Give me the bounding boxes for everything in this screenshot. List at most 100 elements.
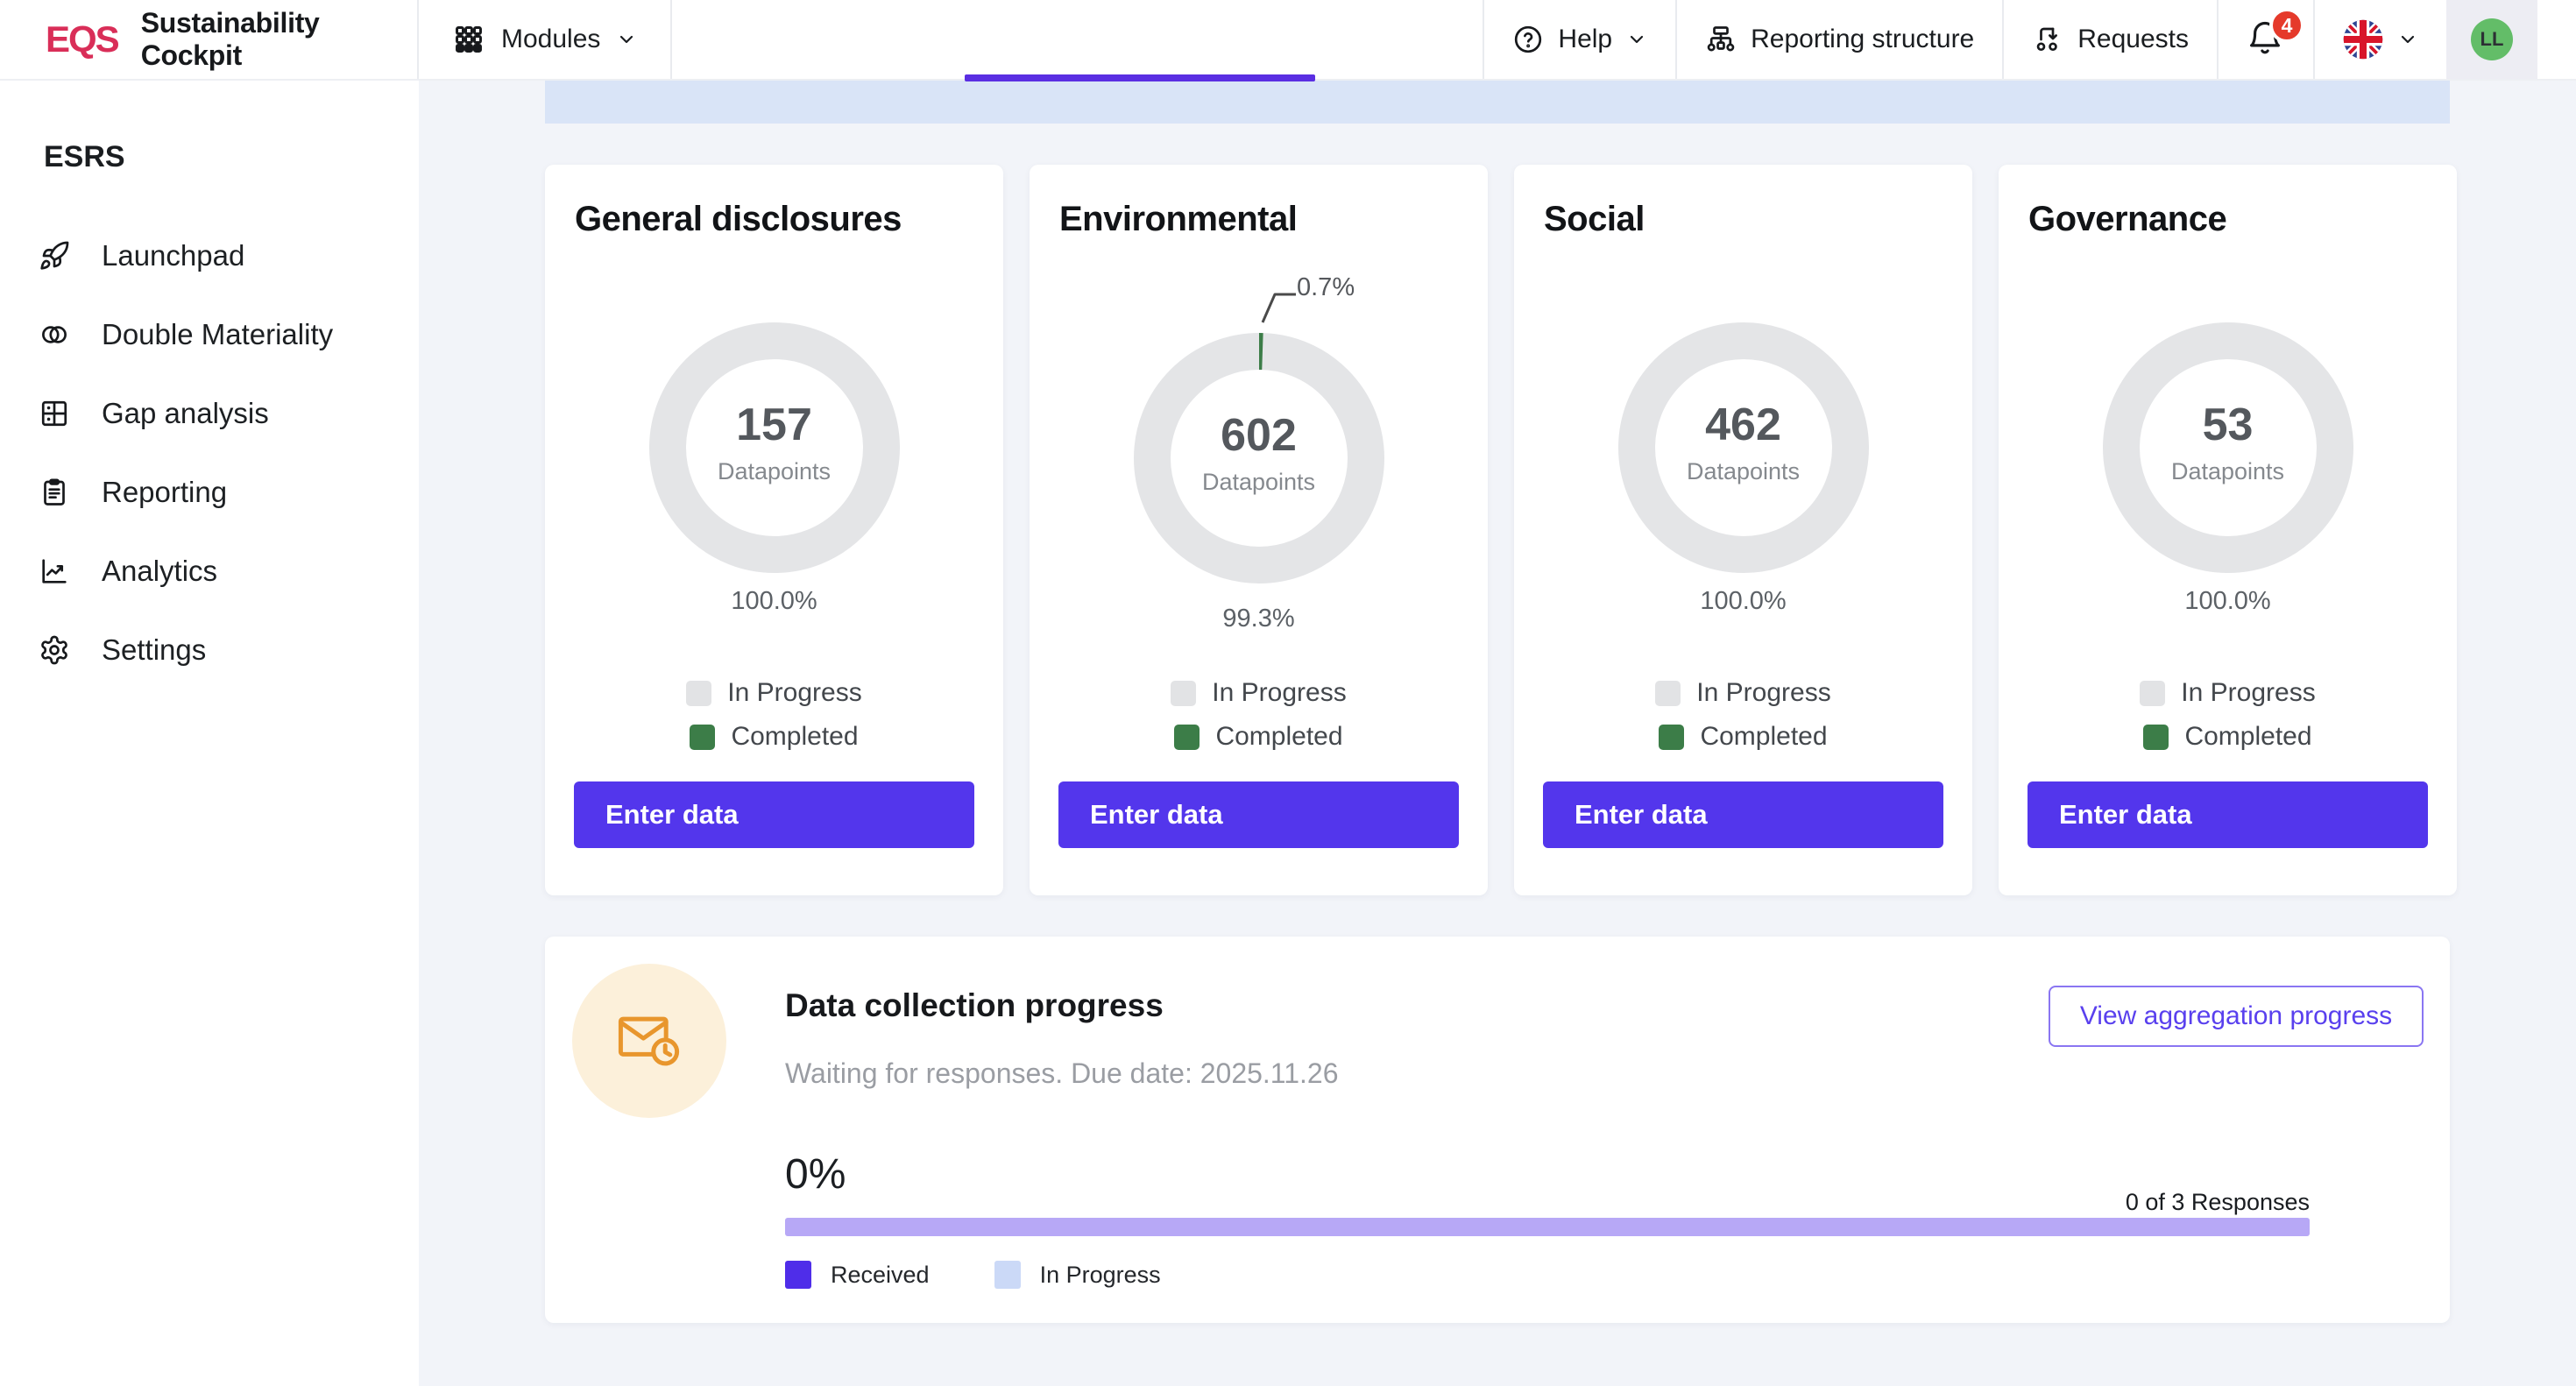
app-title: Sustainability Cockpit xyxy=(141,7,417,72)
datapoints-label: Datapoints xyxy=(718,458,831,485)
requests-button[interactable]: Requests xyxy=(2002,0,2217,79)
chevron-down-icon xyxy=(1626,29,1647,50)
card-title: Environmental xyxy=(1059,200,1297,239)
envelope-badge xyxy=(572,964,726,1118)
legend-in-progress-label: In Progress xyxy=(1696,678,1830,708)
callout-line xyxy=(1256,286,1299,328)
info-banner xyxy=(545,81,2450,124)
sidebar-item-label: Launchpad xyxy=(102,239,244,272)
sidebar-nav: Launchpad Double Materiality Gap analysi… xyxy=(0,216,419,689)
modules-grid-icon xyxy=(452,23,485,56)
sidebar-item-settings[interactable]: Settings xyxy=(0,611,419,689)
donut-chart: 602 Datapoints xyxy=(1134,333,1384,583)
sidebar: ESRS Launchpad Double Materiality xyxy=(0,81,419,1386)
help-label: Help xyxy=(1558,25,1612,54)
responses-summary: 0 of 3 Responses xyxy=(785,1189,2310,1216)
modules-label: Modules xyxy=(501,25,600,54)
legend-received-label: Received xyxy=(831,1262,930,1289)
datapoints-count: 462 xyxy=(1705,402,1781,448)
enter-data-button[interactable]: Enter data xyxy=(1058,781,1459,848)
in-progress-swatch xyxy=(686,681,711,706)
uk-flag-icon xyxy=(2343,19,2383,60)
enter-data-button[interactable]: Enter data xyxy=(574,781,974,848)
notifications-button[interactable]: 4 xyxy=(2217,0,2313,79)
in-progress-percent: 99.3% xyxy=(1030,605,1488,633)
card-title: Social xyxy=(1544,200,1645,239)
requests-label: Requests xyxy=(2077,25,2189,54)
rocket-icon xyxy=(39,240,70,272)
active-tab-indicator xyxy=(965,74,1315,81)
reporting-structure-button[interactable]: Reporting structure xyxy=(1675,0,2002,79)
legend-completed-label: Completed xyxy=(731,722,858,752)
chart-line-icon xyxy=(39,555,70,587)
legend-in-progress-label: In Progress xyxy=(2181,678,2315,708)
datapoints-count: 602 xyxy=(1221,413,1297,458)
sidebar-item-gap-analysis[interactable]: Gap analysis xyxy=(0,374,419,453)
chevron-down-icon xyxy=(616,29,637,50)
notification-badge: 4 xyxy=(2269,8,2304,43)
completed-swatch xyxy=(2143,725,2169,750)
donut-chart: 157 Datapoints xyxy=(649,322,900,573)
sitemap-icon xyxy=(1705,24,1737,55)
sidebar-item-double-materiality[interactable]: Double Materiality xyxy=(0,295,419,374)
in-progress-percent: 100.0% xyxy=(1514,587,1972,616)
completed-swatch xyxy=(1174,725,1200,750)
requests-flow-icon xyxy=(2032,24,2063,55)
donut-chart: 53 Datapoints xyxy=(2103,322,2353,573)
sidebar-item-label: Double Materiality xyxy=(102,318,333,351)
gear-icon xyxy=(39,634,70,666)
donut-chart: 462 Datapoints xyxy=(1618,322,1869,573)
legend-completed-label: Completed xyxy=(1700,722,1827,752)
in-progress-swatch xyxy=(1655,681,1681,706)
data-collection-card: Data collection progress Waiting for res… xyxy=(545,937,2450,1323)
card-environmental: Environmental 0.7% 602 Datapoints 99.3% … xyxy=(1030,165,1488,895)
envelope-clock-icon xyxy=(609,1001,690,1081)
header-spacer xyxy=(672,0,1483,79)
donut-legend: In Progress Completed xyxy=(1030,678,1488,752)
sidebar-item-analytics[interactable]: Analytics xyxy=(0,532,419,611)
modules-menu[interactable]: Modules xyxy=(419,0,672,79)
card-title: General disclosures xyxy=(575,200,902,239)
enter-data-button[interactable]: Enter data xyxy=(2028,781,2428,848)
legend-in-progress-label: In Progress xyxy=(1212,678,1346,708)
in-progress-percent: 100.0% xyxy=(1999,587,2457,616)
completed-swatch xyxy=(690,725,715,750)
donut-legend: In Progress Completed xyxy=(1999,678,2457,752)
donut-legend: In Progress Completed xyxy=(545,678,1003,752)
legend-in-progress-label: In Progress xyxy=(727,678,861,708)
card-general-disclosures: General disclosures 157 Datapoints 100.0… xyxy=(545,165,1003,895)
language-selector[interactable] xyxy=(2313,0,2446,79)
received-swatch xyxy=(785,1261,811,1289)
sidebar-item-launchpad[interactable]: Launchpad xyxy=(0,216,419,295)
main-content: General disclosures 157 Datapoints 100.0… xyxy=(419,81,2576,1386)
eqs-logo: EQS xyxy=(46,18,118,60)
in-progress-swatch xyxy=(994,1261,1021,1289)
user-menu[interactable]: LL xyxy=(2446,0,2537,79)
responses-progress-bar xyxy=(785,1218,2310,1236)
card-title: Governance xyxy=(2028,200,2226,239)
brand-area: EQS Sustainability Cockpit xyxy=(0,0,419,79)
avatar: LL xyxy=(2471,18,2513,60)
help-menu[interactable]: Help xyxy=(1483,0,1675,79)
legend-in-progress-label: In Progress xyxy=(1040,1262,1161,1289)
legend-completed-label: Completed xyxy=(2184,722,2311,752)
view-aggregation-progress-button[interactable]: View aggregation progress xyxy=(2049,986,2424,1047)
card-governance: Governance 53 Datapoints 100.0% In Progr… xyxy=(1999,165,2457,895)
datapoints-label: Datapoints xyxy=(1202,469,1315,496)
enter-data-button[interactable]: Enter data xyxy=(1543,781,1943,848)
completed-swatch xyxy=(1659,725,1684,750)
double-circles-icon xyxy=(39,319,70,350)
datapoints-label: Datapoints xyxy=(2171,458,2284,485)
sidebar-item-label: Gap analysis xyxy=(102,397,269,430)
datapoints-count: 157 xyxy=(736,402,812,448)
sidebar-item-reporting[interactable]: Reporting xyxy=(0,453,419,532)
header-end-spacer xyxy=(2537,0,2576,79)
collection-title: Data collection progress xyxy=(785,987,1164,1024)
completed-percent-callout: 0.7% xyxy=(1297,273,1355,302)
card-social: Social 462 Datapoints 100.0% In Progress… xyxy=(1514,165,1972,895)
in-progress-swatch xyxy=(2140,681,2165,706)
sidebar-item-label: Reporting xyxy=(102,476,227,509)
clipboard-icon xyxy=(39,477,70,508)
sidebar-item-label: Analytics xyxy=(102,555,217,588)
in-progress-percent: 100.0% xyxy=(545,587,1003,616)
